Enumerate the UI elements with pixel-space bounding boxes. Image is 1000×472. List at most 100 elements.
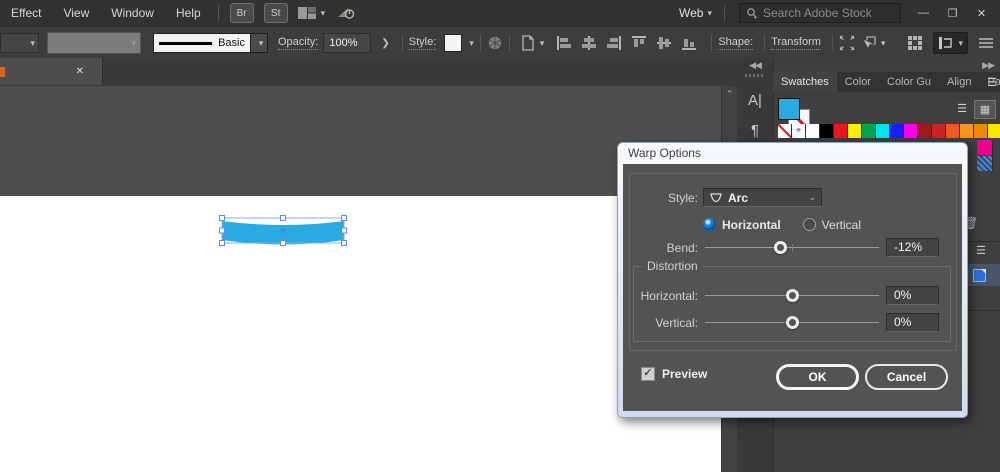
tab-align[interactable]: Align	[939, 72, 979, 92]
horizontal-radio[interactable]	[703, 218, 716, 231]
align-right-icon[interactable]	[606, 35, 622, 51]
swatch-registration[interactable]: ⌖	[792, 124, 806, 138]
opacity-link[interactable]: Opacity:	[278, 36, 318, 50]
artboard[interactable]	[0, 196, 722, 472]
bridge-button[interactable]: Br	[230, 3, 254, 23]
style-label: Style:	[623, 191, 698, 205]
swatch-blue[interactable]	[890, 124, 904, 138]
bend-value-field[interactable]: -12%	[886, 238, 939, 257]
document-tab[interactable]: ✕	[0, 58, 103, 85]
swatch-white[interactable]	[806, 124, 820, 138]
gpu-performance-icon[interactable]	[337, 6, 355, 20]
swatch-orange[interactable]	[960, 124, 974, 138]
swatch-orange-red[interactable]	[946, 124, 960, 138]
brush-definition-dropdown[interactable]: Basic ▾	[153, 33, 268, 53]
swatch-none[interactable]	[778, 124, 792, 138]
preview-label[interactable]: Preview	[662, 367, 707, 381]
bounding-box-icon[interactable]	[839, 35, 855, 51]
minimize-button[interactable]: —	[909, 3, 938, 23]
swatch-black[interactable]	[820, 124, 834, 138]
document-setup-button[interactable]: ▾	[520, 35, 545, 51]
vertical-value-field[interactable]: 0%	[886, 313, 939, 332]
swatch-yellow[interactable]	[848, 124, 862, 138]
dock-grip[interactable]	[745, 74, 765, 77]
tab-close-icon[interactable]: ✕	[76, 66, 84, 77]
menu-effect[interactable]: Effect	[0, 6, 52, 20]
cancel-button[interactable]: Cancel	[865, 364, 948, 390]
preview-checkbox[interactable]: ✓	[641, 367, 655, 381]
align-left-icon[interactable]	[556, 35, 572, 51]
swatch-crimson[interactable]	[932, 124, 946, 138]
bend-slider-handle[interactable]	[774, 241, 787, 254]
selected-artwork[interactable]	[215, 208, 355, 258]
app-grid-icon[interactable]	[907, 35, 923, 51]
swatch-magenta[interactable]	[904, 124, 918, 138]
vertical-radio[interactable]	[803, 218, 816, 231]
arrange-documents-button[interactable]: ▾	[297, 6, 326, 20]
shape-link[interactable]: Shape:	[718, 36, 753, 50]
adobe-stock-search-input[interactable]: Search Adobe Stock	[739, 3, 901, 23]
vertical-distortion-slider[interactable]	[705, 313, 879, 332]
align-top-icon[interactable]	[631, 35, 647, 51]
restore-button[interactable]: ❐	[938, 3, 967, 23]
horizontal-radio-label[interactable]: Horizontal	[722, 218, 781, 232]
tab-color-gu[interactable]: Color Gu	[879, 72, 939, 92]
dialog-title[interactable]: Warp Options	[618, 143, 967, 163]
swatch-green[interactable]	[862, 124, 876, 138]
menu-window[interactable]: Window	[100, 6, 165, 20]
swatch-pattern-fragment[interactable]	[977, 156, 993, 171]
swatch-pink-fragment[interactable]	[977, 140, 993, 155]
orientation-row: Horizontal Vertical	[703, 215, 962, 234]
menu-view[interactable]: View	[52, 6, 100, 20]
vertical-slider-handle[interactable]	[786, 316, 799, 329]
collapse-dock-icon[interactable]: ◀◀	[737, 58, 773, 71]
grid-view-button[interactable]: ▦	[974, 100, 996, 119]
menu-help[interactable]: Help	[165, 6, 212, 20]
opacity-expand-arrow[interactable]: ❯	[375, 38, 395, 49]
truncated-dropdown[interactable]: ▾	[0, 33, 39, 53]
paragraph-panel-icon[interactable]: ¶	[737, 115, 773, 145]
align-bottom-icon[interactable]	[681, 35, 697, 51]
close-button[interactable]: ✕	[967, 3, 996, 23]
isolate-selection-button[interactable]: ▾	[859, 35, 886, 51]
vertical-radio-label[interactable]: Vertical	[822, 218, 861, 232]
recolor-artwork-icon[interactable]	[487, 35, 503, 51]
expand-dock-icon[interactable]: ▶▶	[982, 60, 994, 71]
lower-panel-menu-icon[interactable]: ☰	[976, 244, 986, 257]
swatch-cyan[interactable]	[876, 124, 890, 138]
tab-color[interactable]: Color	[837, 72, 879, 92]
style-link[interactable]: Style:	[409, 36, 437, 50]
ok-button[interactable]: OK	[776, 364, 859, 390]
horizontal-value-field[interactable]: 0%	[886, 286, 939, 305]
panel-menu-icon[interactable]: ☰	[987, 76, 997, 89]
swatch-yellow-2[interactable]	[988, 124, 1000, 138]
swatch-red[interactable]	[834, 124, 848, 138]
swatch-amber[interactable]	[974, 124, 988, 138]
align-middle-icon[interactable]	[656, 35, 672, 51]
menu-list-icon[interactable]	[978, 37, 994, 49]
panel-dock-toggle[interactable]: ▾	[933, 32, 968, 54]
vertical-distortion-label: Vertical:	[623, 316, 698, 330]
transform-link[interactable]: Transform	[771, 36, 821, 50]
separator	[509, 35, 510, 51]
character-panel-icon[interactable]: A|	[737, 85, 773, 115]
scroll-up-arrow[interactable]: ⌃	[722, 86, 737, 100]
stock-button[interactable]: St	[264, 3, 288, 23]
warp-options-dialog[interactable]: Warp Options Style: Arc ⌄ Horizontal	[617, 142, 968, 418]
opacity-field[interactable]: 100%	[323, 33, 371, 53]
align-center-icon[interactable]	[581, 35, 597, 51]
fill-proxy-swatch[interactable]	[778, 98, 800, 120]
tab-swatches[interactable]: Swatches	[773, 72, 837, 92]
pasteboard[interactable]	[0, 86, 722, 197]
swatch-dark-red[interactable]	[918, 124, 932, 138]
graphic-style-swatch[interactable]	[444, 34, 462, 52]
brush-dropdown-arrow[interactable]: ▾	[251, 33, 268, 53]
workspace-switcher[interactable]: Web ▾	[673, 6, 718, 20]
bend-slider[interactable]	[705, 238, 879, 257]
warp-style-value: Arc	[728, 191, 804, 205]
horizontal-distortion-slider[interactable]	[705, 286, 879, 305]
chevron-down-icon: ▾	[259, 38, 264, 49]
warp-style-dropdown[interactable]: Arc ⌄	[703, 188, 822, 207]
list-view-button[interactable]: ☰	[952, 100, 972, 117]
horizontal-slider-handle[interactable]	[786, 289, 799, 302]
